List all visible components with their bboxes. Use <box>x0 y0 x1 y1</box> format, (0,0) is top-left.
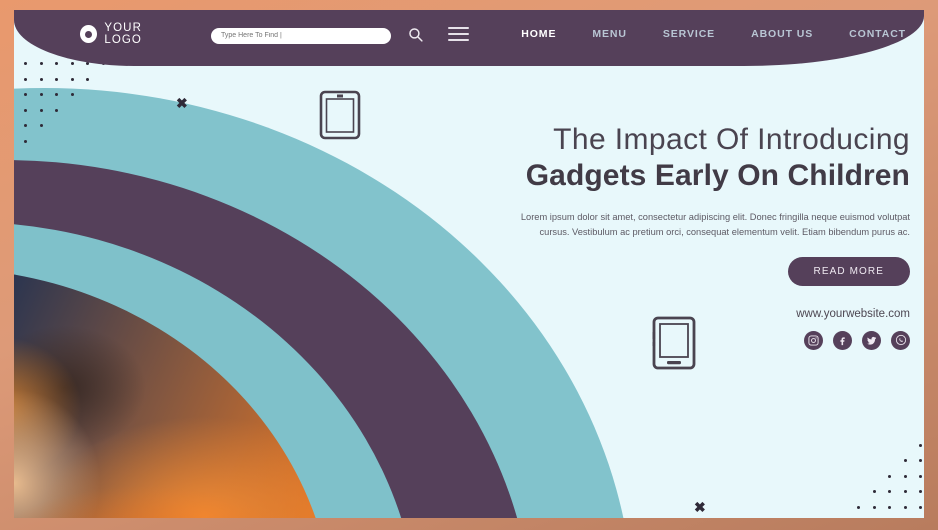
decor-dot <box>70 93 74 97</box>
logo[interactable]: YOUR LOGO <box>80 22 181 46</box>
header-row: YOUR LOGO HOME <box>14 10 924 58</box>
decor-dot <box>24 93 28 97</box>
decor-dot <box>55 93 59 97</box>
decor-dot <box>70 62 74 66</box>
nav-item-menu[interactable]: MENU <box>574 28 645 40</box>
nav-item-home[interactable]: HOME <box>503 28 574 40</box>
decor-dot <box>24 77 28 81</box>
decor-dot <box>919 505 923 509</box>
decor-dot <box>888 505 892 509</box>
site-header: YOUR LOGO HOME <box>14 10 924 66</box>
decor-dot <box>55 77 59 81</box>
decor-dot <box>903 490 907 494</box>
decor-dot <box>39 77 43 81</box>
decor-dot <box>872 505 876 509</box>
decor-dot <box>39 93 43 97</box>
dot-pattern-top-left <box>24 62 114 162</box>
decor-dot <box>24 108 28 112</box>
facebook-icon[interactable] <box>833 330 852 350</box>
hero-content: The Impact Of Introducing Gadgets Early … <box>432 122 910 350</box>
social-links <box>432 330 910 350</box>
read-more-button[interactable]: READ MORE <box>787 256 910 286</box>
decor-dot <box>39 108 43 112</box>
menu-line <box>448 33 470 35</box>
hero-photo-image <box>14 268 334 518</box>
bullseye-icon <box>80 25 98 43</box>
hero-description: Lorem ipsum dolor sit amet, consectetur … <box>520 211 910 237</box>
decor-dot <box>39 62 43 66</box>
decor-dot <box>24 139 28 143</box>
decor-dot <box>903 474 907 478</box>
main-navigation: HOME MENU SERVICE ABOUT US CONTACT <box>503 28 924 40</box>
decor-dot <box>55 62 59 66</box>
decor-dot <box>24 124 28 128</box>
poster-canvas: ✖ ✖ The Impact Of Introducing Gadgets Ea… <box>14 10 924 518</box>
decor-dot <box>872 490 876 494</box>
decor-dot <box>24 62 28 66</box>
hamburger-menu-icon[interactable] <box>448 27 470 41</box>
decor-dot <box>919 459 923 463</box>
decor-dot <box>903 459 907 463</box>
website-url: www.yourwebsite.com <box>796 307 910 320</box>
decor-dot <box>903 505 907 509</box>
page-title-line1: The Impact Of Introducing <box>553 123 910 156</box>
cross-mark-icon: ✖ <box>176 95 188 111</box>
decor-dot <box>919 443 923 447</box>
logo-text: YOUR LOGO <box>104 22 142 46</box>
decor-dot <box>888 490 892 494</box>
instagram-icon[interactable] <box>804 330 823 350</box>
nav-item-about-us[interactable]: ABOUT US <box>733 28 831 40</box>
search-icon[interactable] <box>407 26 424 43</box>
dot-pattern-bottom-right <box>850 428 924 518</box>
hero-photo <box>14 268 334 518</box>
menu-line <box>448 39 470 41</box>
decor-dot <box>888 474 892 478</box>
decor-dot <box>55 108 59 112</box>
page-title-line2: Gadgets Early On Children <box>525 159 910 193</box>
search-box[interactable] <box>211 24 391 44</box>
nav-item-service[interactable]: SERVICE <box>645 28 733 40</box>
decor-dot <box>919 474 923 478</box>
decor-dot <box>39 124 43 128</box>
cross-mark-icon: ✖ <box>694 499 706 515</box>
poster-frame: ✖ ✖ The Impact Of Introducing Gadgets Ea… <box>0 0 938 530</box>
nav-item-contact[interactable]: CONTACT <box>831 28 924 40</box>
tablet-outline-icon <box>319 90 361 145</box>
decor-dot <box>86 77 90 81</box>
decor-dot <box>919 490 923 494</box>
whatsapp-icon[interactable] <box>891 330 910 350</box>
decor-dot <box>857 505 861 509</box>
twitter-icon[interactable] <box>862 330 881 350</box>
decor-dot <box>70 77 74 81</box>
search-input[interactable] <box>211 27 391 44</box>
menu-line <box>448 27 470 29</box>
